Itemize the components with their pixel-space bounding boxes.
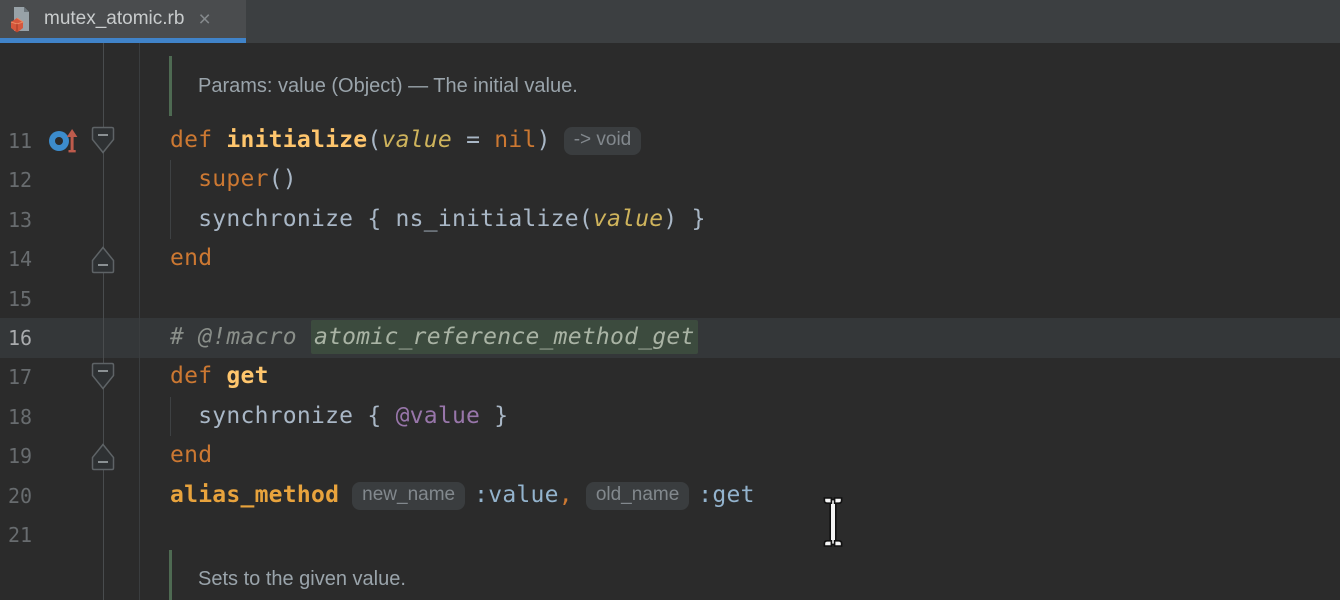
doc-comment-sets: Sets to the given value.	[198, 559, 406, 599]
token-method: get	[226, 363, 268, 389]
line-number-11[interactable]: 11	[8, 121, 48, 161]
code-line-18[interactable]: synchronize { @value }	[170, 397, 508, 437]
token-kw: end	[170, 245, 212, 271]
ibeam-cursor	[822, 496, 844, 548]
code-line-19[interactable]: end	[170, 436, 212, 476]
token-pln: ()	[269, 166, 297, 192]
token-pln	[170, 166, 198, 192]
token-pln: synchronize {	[170, 403, 396, 429]
token-kw: def	[170, 363, 226, 389]
token-param: value	[381, 127, 452, 153]
token-param: value	[593, 206, 664, 232]
ide-window: { "tab": { "title": "mutex_atomic.rb", "…	[0, 0, 1340, 600]
override-gutter-icon[interactable]	[46, 126, 80, 161]
token-pln: }	[480, 403, 508, 429]
line-number-17[interactable]: 17	[8, 357, 48, 397]
fold-start-icon[interactable]	[91, 362, 115, 397]
token-macro: atomic_reference_method_get	[311, 320, 698, 354]
token-sym: :value	[474, 482, 559, 508]
line-number-12[interactable]: 12	[8, 160, 48, 200]
code-line-11[interactable]: def initialize(value = nil) -> void	[170, 121, 650, 161]
line-number-21[interactable]: 21	[8, 515, 48, 555]
fold-start-icon[interactable]	[91, 126, 115, 161]
tab-title: mutex_atomic.rb	[44, 8, 184, 30]
token-kw: ,	[559, 482, 573, 508]
token-method: initialize	[226, 127, 367, 153]
line-number-20[interactable]: 20	[8, 476, 48, 516]
token-kw: end	[170, 442, 212, 468]
code-line-17[interactable]: def get	[170, 357, 269, 397]
doc-comment-params: Params: value (Object) — The initial val…	[198, 66, 578, 106]
token-pln: =	[452, 127, 494, 153]
line-number-13[interactable]: 13	[8, 200, 48, 240]
line-number-14[interactable]: 14	[8, 239, 48, 279]
inlay-hint: -> void	[564, 127, 642, 155]
close-icon[interactable]: ×	[198, 9, 210, 30]
token-pln: ) }	[663, 206, 705, 232]
doc-comment-bar	[169, 550, 172, 600]
code-line-14[interactable]: end	[170, 239, 212, 279]
code-line-20[interactable]: alias_method new_name :value, old_name :get	[170, 476, 755, 516]
doc-comment-bar	[169, 56, 172, 116]
line-number-15[interactable]: 15	[8, 279, 48, 319]
code-line-13[interactable]: synchronize { ns_initialize(value) }	[170, 200, 706, 240]
token-pln: )	[537, 127, 551, 153]
token-pln: (	[367, 127, 381, 153]
code-line-16[interactable]: # @!macro atomic_reference_method_get	[170, 318, 698, 358]
editor-tab-bar: mutex_atomic.rb ×	[0, 0, 1340, 43]
line-number-19[interactable]: 19	[8, 436, 48, 476]
inlay-hint: new_name	[352, 482, 465, 510]
token-alias: alias_method	[170, 482, 339, 508]
code-line-12[interactable]: super()	[170, 160, 297, 200]
token-kw: nil	[494, 127, 536, 153]
token-comment: # @!macro	[170, 324, 311, 350]
fold-end-icon[interactable]	[91, 244, 115, 279]
ruby-file-icon	[9, 6, 33, 33]
fold-end-icon[interactable]	[91, 441, 115, 476]
editor[interactable]: Params: value (Object) — The initial val…	[0, 43, 1340, 600]
token-ivar: @value	[396, 403, 481, 429]
token-pln: synchronize { ns_initialize(	[170, 206, 593, 232]
token-kw: super	[198, 166, 269, 192]
tab-mutex-atomic-rb[interactable]: mutex_atomic.rb ×	[0, 0, 246, 43]
token-sym: :get	[698, 482, 754, 508]
token-kw: def	[170, 127, 226, 153]
gutter-separator	[139, 43, 140, 600]
line-number-18[interactable]: 18	[8, 397, 48, 437]
inlay-hint: old_name	[586, 482, 689, 510]
line-number-16[interactable]: 16	[8, 318, 48, 358]
